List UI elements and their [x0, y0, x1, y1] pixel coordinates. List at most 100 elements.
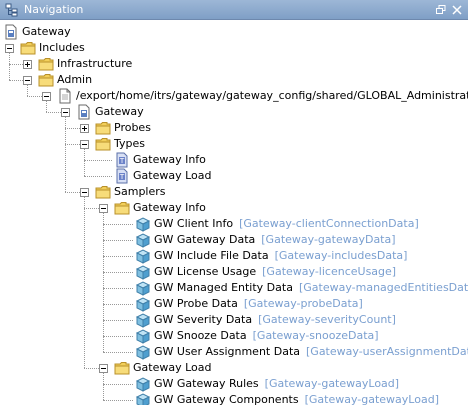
type-icon: T — [116, 152, 128, 168]
tree-connector — [9, 64, 23, 65]
tree-connector — [65, 128, 80, 129]
tree-connector — [103, 224, 133, 225]
navigation-tree[interactable]: Gateway Includes Infrastructure Admin /e… — [0, 20, 468, 405]
collapse-icon[interactable] — [99, 204, 108, 213]
collapse-icon[interactable] — [99, 364, 108, 373]
collapse-icon[interactable] — [61, 108, 70, 117]
expand-icon[interactable] — [23, 60, 32, 69]
tree-node-types[interactable]: Types — [112, 136, 147, 152]
node-label: Includes — [39, 41, 85, 54]
collapse-icon[interactable] — [80, 188, 89, 197]
tree-node-sampler[interactable]: GW Gateway Rules [Gateway-gatewayLoad] — [152, 376, 399, 392]
panel-title: Navigation — [24, 3, 84, 16]
tree-node-sampler[interactable]: GW Severity Data [Gateway-severityCount] — [152, 312, 396, 328]
node-label: /export/home/itrs/gateway/gateway_config… — [76, 89, 468, 102]
collapse-icon[interactable] — [42, 92, 51, 101]
tree-connector — [103, 320, 133, 321]
tree-connector — [103, 288, 133, 289]
tree-node-gateway[interactable]: Gateway — [93, 104, 146, 120]
tree-connector — [84, 149, 85, 176]
tree-connector — [103, 384, 133, 385]
folder-icon — [95, 138, 111, 151]
tree-connector — [84, 197, 85, 368]
tree-connector — [84, 176, 112, 177]
node-label: Samplers — [114, 185, 166, 198]
node-label: GW Snooze Data — [154, 329, 247, 342]
node-label: Types — [114, 137, 145, 150]
restore-icon[interactable] — [436, 5, 446, 15]
tree-connector — [46, 112, 61, 113]
tree-connector — [103, 373, 104, 400]
node-label: GW Include File Data — [154, 249, 269, 262]
tree-node-probes[interactable]: Probes — [112, 120, 153, 136]
tree-node-sampler[interactable]: GW Gateway Data [Gateway-gatewayData] — [152, 232, 396, 248]
tree-node-sampler[interactable]: GW Gateway Components [Gateway-gatewayLoa… — [152, 392, 439, 405]
tree-node-type-item[interactable]: Gateway Info — [131, 152, 208, 168]
svg-text:T: T — [119, 157, 125, 165]
panel-titlebar[interactable]: Navigation — [0, 0, 468, 20]
gateway-icon — [78, 104, 90, 120]
svg-text:T: T — [119, 173, 125, 181]
sampler-icon — [135, 377, 151, 392]
tree-connector — [84, 368, 99, 369]
node-label: GW Gateway Data — [154, 233, 256, 246]
node-label: GW Probe Data — [154, 297, 238, 310]
tree-node-sampler[interactable]: GW Snooze Data [Gateway-snoozeData] — [152, 328, 379, 344]
tree-node-gateway-root[interactable]: Gateway — [20, 24, 73, 40]
tree-node-type-item[interactable]: Gateway Load — [131, 168, 213, 184]
node-path: [Gateway-severityCount] — [258, 313, 396, 326]
collapse-icon[interactable] — [23, 76, 32, 85]
tree-connector — [9, 80, 23, 81]
node-label: Probes — [114, 121, 151, 134]
node-label: GW License Usage — [154, 265, 257, 278]
collapse-icon[interactable] — [5, 44, 14, 53]
tree-node-sampler[interactable]: GW Client Info [Gateway-clientConnectionD… — [152, 216, 419, 232]
xml-file-icon — [59, 88, 71, 104]
tree-connector — [103, 400, 133, 401]
node-label: GW Severity Data — [154, 313, 253, 326]
tree-node-xml-file[interactable]: /export/home/itrs/gateway/gateway_config… — [74, 88, 468, 104]
tree-node-sampler[interactable]: GW Managed Entity Data [Gateway-managedEn… — [152, 280, 468, 296]
node-path: [Gateway-probeData] — [243, 297, 363, 310]
folder-icon — [20, 42, 36, 55]
tree-connector — [46, 101, 47, 112]
node-path: [Gateway-gatewayLoad] — [264, 377, 400, 390]
node-path: [Gateway-includesData] — [274, 249, 408, 262]
tree-node-sampler[interactable]: GW Include File Data [Gateway-includesDat… — [152, 248, 407, 264]
node-label: Gateway Info — [133, 201, 206, 214]
tree-node-samplers[interactable]: Samplers — [112, 184, 168, 200]
tree-node-gateway-info[interactable]: Gateway Info — [131, 200, 208, 216]
node-label: GW Gateway Components — [154, 393, 299, 405]
node-label: Infrastructure — [57, 57, 133, 70]
node-label: GW Client Info — [154, 217, 234, 230]
tree-node-sampler[interactable]: GW License Usage [Gateway-licenceUsage] — [152, 264, 396, 280]
folder-icon — [95, 186, 111, 199]
tree-node-sampler[interactable]: GW User Assignment Data [Gateway-userAssi… — [152, 344, 468, 360]
close-icon[interactable] — [452, 5, 462, 15]
node-label: GW Managed Entity Data — [154, 281, 293, 294]
node-path: [Gateway-userAssignmentData] — [306, 345, 468, 358]
sampler-icon — [135, 233, 151, 248]
tree-connector — [65, 192, 80, 193]
tree-node-admin[interactable]: Admin — [55, 72, 94, 88]
tree-node-sampler[interactable]: GW Probe Data [Gateway-probeData] — [152, 296, 363, 312]
tree-node-gateway-load[interactable]: Gateway Load — [131, 360, 213, 376]
sampler-icon — [135, 393, 151, 405]
folder-icon — [38, 58, 54, 71]
node-label: Gateway Load — [133, 169, 212, 182]
node-label: Gateway — [95, 105, 144, 118]
tree-connector — [27, 85, 28, 96]
collapse-icon[interactable] — [80, 140, 89, 149]
tree-node-includes[interactable]: Includes — [37, 40, 87, 56]
folder-icon — [95, 122, 111, 135]
sampler-icon — [135, 297, 151, 312]
node-path: [Gateway-snoozeData] — [252, 329, 379, 342]
sampler-icon — [135, 313, 151, 328]
tree-connector — [9, 53, 10, 80]
expand-icon[interactable] — [80, 124, 89, 133]
tree-node-infrastructure[interactable]: Infrastructure — [55, 56, 134, 72]
node-path: [Gateway-gatewayData] — [261, 233, 396, 246]
node-path: [Gateway-licenceUsage] — [262, 265, 397, 278]
node-label: Admin — [57, 73, 93, 86]
node-path: [Gateway-clientConnectionData] — [239, 217, 419, 230]
